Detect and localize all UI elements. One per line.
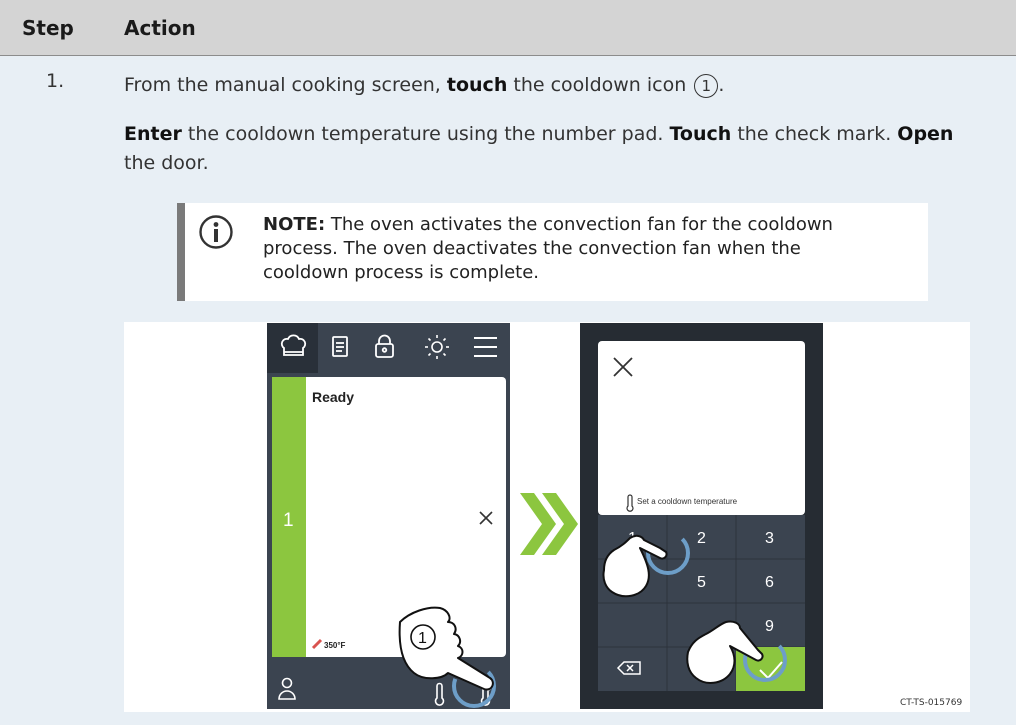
key-5: 5 bbox=[697, 574, 706, 591]
right-oven-screen: Set a cooldown temperature 1 2 3 5 6 9 0 bbox=[580, 323, 823, 709]
left-oven-screen: Ready 1 350°F 1 bbox=[267, 323, 510, 709]
key-9: 9 bbox=[765, 618, 774, 635]
callout-number: 1 bbox=[418, 630, 427, 647]
temperature-label: 350°F bbox=[324, 641, 346, 650]
double-chevron-icon bbox=[520, 493, 578, 555]
slot-number: 1 bbox=[283, 510, 294, 531]
key-3: 3 bbox=[765, 530, 774, 547]
figure-id: CT-TS-015769 bbox=[900, 698, 963, 708]
cooldown-prompt: Set a cooldown temperature bbox=[637, 497, 738, 506]
status-label: Ready bbox=[312, 389, 354, 405]
oven-screens-illustration: Ready 1 350°F 1 Set a cooldown temperatu… bbox=[267, 323, 823, 709]
key-2: 2 bbox=[697, 530, 706, 547]
key-6: 6 bbox=[765, 574, 774, 591]
